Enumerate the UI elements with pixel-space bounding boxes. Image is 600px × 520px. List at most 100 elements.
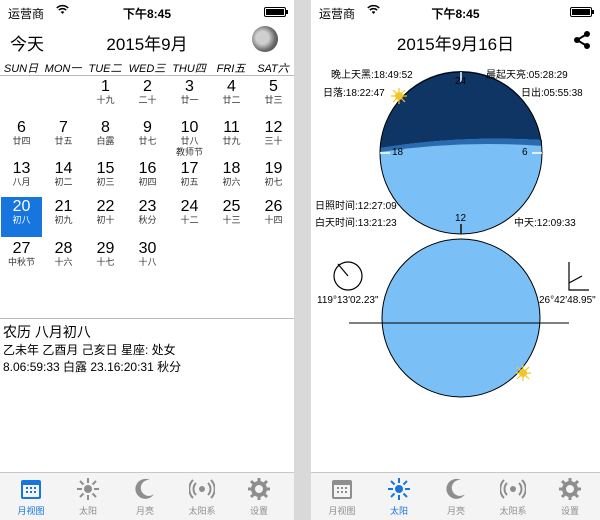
moon-phase-icon[interactable]	[252, 26, 278, 52]
tab-solar-system[interactable]: 太阳系	[173, 476, 231, 517]
festival-label: 教师节	[175, 147, 203, 157]
lunar-day-label: 初三	[96, 177, 115, 187]
calendar-day[interactable]: 10 廿八 教师节	[169, 118, 210, 158]
dusk-time: 晚上天黑:18:49:52	[331, 70, 413, 81]
weekday-header: SUN日 MON一 TUE二 WED三 THU四 FRI五 SAT六	[0, 58, 294, 76]
lunar-day-label: 十三	[222, 215, 241, 225]
daytime-duration: 白天时间:13:21:23	[315, 218, 397, 229]
calendar-day[interactable]: 22 初十	[85, 197, 126, 237]
calendar-day[interactable]: 12 三十	[253, 118, 294, 158]
lunar-day-label: 廿五	[54, 136, 73, 146]
dial-label-left: 18	[392, 147, 404, 158]
calendar-day[interactable]: 7 廿五	[43, 118, 84, 158]
day-info-panel: 农历 八月初八 乙未年 乙酉月 己亥日 星座: 处女 8.06:59:33 白露…	[0, 318, 294, 380]
lunar-day-label: 十八	[138, 257, 157, 267]
day-number: 8	[101, 119, 110, 136]
tab-sun[interactable]: 太阳	[59, 476, 117, 517]
calendar-day[interactable]: 19 初七	[253, 159, 294, 199]
gear-icon	[559, 478, 581, 500]
dial-label-right: 6	[522, 147, 528, 158]
calendar-day[interactable]: 11 廿九	[211, 118, 252, 158]
noon-time: 中天:12:09:33	[514, 218, 576, 229]
weekday-label: WED三	[128, 63, 166, 75]
sunshine-duration: 日照时间:12:27:09	[315, 201, 397, 212]
day-number: 13	[12, 160, 31, 177]
day-number: 7	[59, 119, 68, 136]
lunar-date: 农历 八月初八	[3, 324, 91, 340]
lunar-day-label: 白露	[96, 136, 115, 146]
weekday-label: SUN日	[3, 63, 39, 75]
day-number: 29	[96, 240, 115, 257]
calendar-day[interactable]: 3 廿一	[169, 77, 210, 117]
day-number: 19	[264, 160, 283, 177]
calendar-day[interactable]: 26 十四	[253, 197, 294, 237]
tab-solar-system[interactable]: 太阳系	[484, 476, 542, 517]
calendar-icon	[332, 480, 352, 499]
calendar-day[interactable]: 25 十三	[211, 197, 252, 237]
tab-gear[interactable]: 设置	[541, 476, 599, 517]
tab-label: 设置	[560, 506, 579, 516]
tab-moon[interactable]: 月亮	[116, 476, 174, 517]
day-number: 12	[264, 119, 283, 136]
longitude-value: 119°13'02.23"	[317, 295, 379, 306]
lunar-day-label: 初二	[54, 177, 73, 187]
sun-screen: 运营商 下午8:45 2015年9月16日 晚上天黑:18:49:52 晨起天亮…	[311, 0, 600, 520]
calendar-day[interactable]: 6 廿四	[1, 118, 42, 158]
calendar-day[interactable]: 15 初三	[85, 159, 126, 199]
calendar-day[interactable]: 9 廿七	[127, 118, 168, 158]
lunar-day-label: 秋分	[138, 215, 157, 225]
calendar-day[interactable]: 4 廿二	[211, 77, 252, 117]
tab-calendar[interactable]: 月视图	[2, 476, 60, 517]
day-number: 20	[12, 198, 31, 215]
day-number: 25	[222, 198, 241, 215]
day-number: 2	[143, 78, 152, 95]
tab-moon[interactable]: 月亮	[427, 476, 485, 517]
calendar-day-selected[interactable]: 20 初八	[1, 197, 42, 237]
calendar-day[interactable]: 14 初二	[43, 159, 84, 199]
day-number: 22	[96, 198, 115, 215]
calendar-icon	[21, 480, 41, 499]
lunar-day-label: 廿八	[180, 136, 199, 146]
calendar-day[interactable]: 1 十九	[85, 77, 126, 117]
calendar-day[interactable]: 28 十六	[43, 239, 84, 279]
calendar-day[interactable]: 2 二十	[127, 77, 168, 117]
gear-icon	[248, 478, 270, 500]
tab-sun[interactable]: 太阳	[370, 476, 428, 517]
tab-label: 月亮	[135, 506, 154, 516]
lunar-day-label: 八月	[12, 177, 31, 187]
tab-label: 太阳	[78, 506, 97, 516]
calendar-day[interactable]: 23 秋分	[127, 197, 168, 237]
tab-calendar[interactable]: 月视图	[313, 476, 371, 517]
tab-label: 月视图	[17, 506, 45, 516]
calendar-day[interactable]: 13 八月	[1, 159, 42, 199]
lunar-day-label: 廿三	[264, 95, 283, 105]
tab-label: 太阳	[389, 506, 408, 516]
calendar-day[interactable]: 16 初四	[127, 159, 168, 199]
day-number: 23	[138, 198, 157, 215]
calendar-day[interactable]: 5 廿三	[253, 77, 294, 117]
calendar-day[interactable]: 8 白露	[85, 118, 126, 158]
sun-elevation-icon	[568, 262, 589, 291]
day-number: 15	[96, 160, 115, 177]
calendar-day[interactable]: 27 中秋节	[1, 239, 42, 279]
sunrise-time: 日出:05:55:38	[521, 88, 583, 99]
dial-label-top: 24	[455, 76, 467, 87]
day-number: 9	[143, 119, 152, 136]
calendar-day[interactable]: 21 初九	[43, 197, 84, 237]
calendar-day[interactable]: 29 十七	[85, 239, 126, 279]
moon-icon	[135, 478, 154, 499]
day-number: 6	[17, 119, 26, 136]
calendar-day[interactable]: 30 十八	[127, 239, 168, 279]
calendar-day[interactable]: 24 十二	[169, 197, 210, 237]
weekday-label: TUE二	[88, 63, 122, 75]
lunar-day-label: 廿七	[138, 136, 157, 146]
calendar-day[interactable]: 17 初五	[169, 159, 210, 199]
lunar-day-label: 廿一	[180, 95, 199, 105]
day-number: 27	[12, 240, 31, 257]
calendar-day[interactable]: 18 初六	[211, 159, 252, 199]
lunar-day-label: 初七	[264, 177, 283, 187]
tab-gear[interactable]: 设置	[230, 476, 288, 517]
tab-label: 月视图	[328, 506, 356, 516]
day-number: 5	[269, 78, 278, 95]
sunset-time: 日落:18:22:47	[323, 88, 385, 99]
